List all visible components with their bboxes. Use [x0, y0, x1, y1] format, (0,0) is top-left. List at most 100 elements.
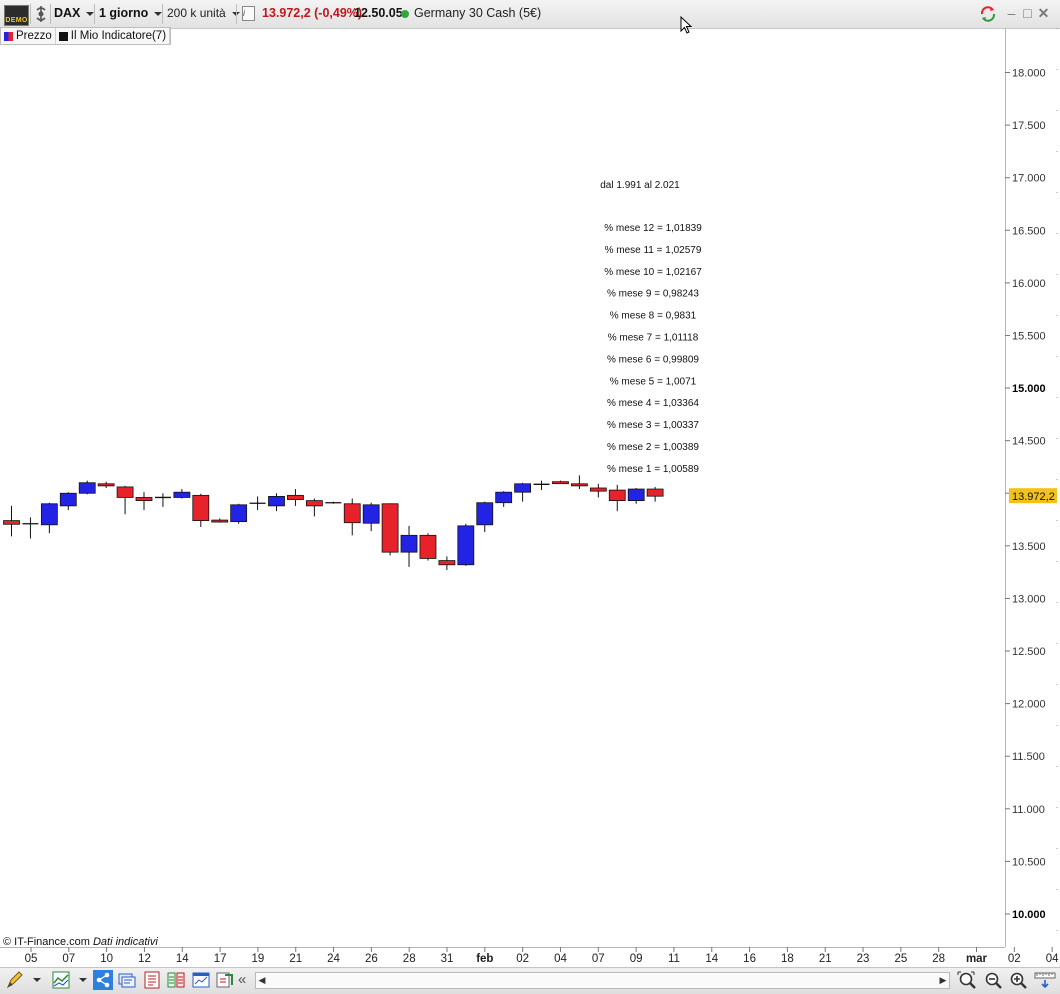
indicator-line: % mese 2 = 1,00389: [607, 442, 699, 453]
separator: [162, 4, 163, 24]
indicator-line: % mese 4 = 1,03364: [607, 398, 699, 409]
close-glyph: ✕: [1037, 5, 1050, 21]
timeframe-label: 1 giorno: [99, 6, 149, 20]
comment-icon[interactable]: [118, 971, 136, 989]
chart-window-icon[interactable]: [192, 971, 210, 989]
scale-options-icon[interactable]: [1034, 971, 1056, 989]
candle-body: [457, 525, 475, 566]
x-tick-label: 25: [894, 953, 907, 965]
y-tick-label: 15.500: [1012, 330, 1046, 342]
candle: [211, 518, 229, 523]
maximize-button[interactable]: □: [1021, 6, 1034, 20]
candle-body: [40, 503, 58, 526]
y-tick-label: 18.000: [1012, 68, 1046, 80]
candle: [514, 482, 532, 502]
candle-body: [230, 504, 248, 523]
indicator-line: % mese 1 = 1,00589: [607, 464, 699, 475]
x-tick-label: 16: [743, 953, 756, 965]
share-icon[interactable]: [93, 970, 113, 990]
indicator-line: % mese 7 = 1,01118: [608, 333, 699, 344]
chevron-down-icon[interactable]: [32, 971, 42, 989]
indicator-line: % mese 8 = 0,9831: [610, 311, 697, 322]
minimize-button[interactable]: –: [1005, 6, 1018, 20]
x-tick-label: 02: [516, 953, 529, 965]
candle-body: [571, 483, 588, 487]
info-icon[interactable]: i: [242, 6, 255, 21]
candle-body: [476, 502, 494, 526]
units-dropdown[interactable]: 200 k unità: [167, 3, 240, 24]
candle: [608, 484, 626, 512]
x-tick-label: 28: [403, 953, 416, 965]
candle: [343, 498, 361, 536]
candle: [154, 493, 171, 507]
candle-body: [438, 560, 456, 566]
scroll-right-icon[interactable]: ▶: [937, 973, 949, 988]
zoom-out-icon[interactable]: [984, 971, 1002, 989]
last-price: 13.972,2 (-0,49%): [262, 6, 363, 20]
candle-body: [211, 519, 229, 523]
instrument-name: Germany 30 Cash (5€): [414, 6, 542, 20]
data-source: © IT-Finance.com Dati indicativi: [3, 936, 158, 948]
draw-pencil-icon[interactable]: [6, 971, 24, 989]
candle: [400, 525, 418, 567]
minimize-glyph: –: [1007, 5, 1016, 21]
demo-label: DEMO: [5, 17, 28, 24]
timeframe-dropdown[interactable]: 1 giorno: [99, 3, 163, 24]
indicator-line: % mese 5 = 1,0071: [610, 376, 697, 387]
instrument-dropdown[interactable]: DAX: [54, 3, 95, 24]
candle-body: [135, 497, 153, 502]
indicator-line: % mese 3 = 1,00337: [607, 420, 699, 431]
candle-body: [419, 534, 437, 559]
x-tick-label: 10: [100, 953, 113, 965]
bottom-toolbar: « ◀ ▶: [0, 967, 1060, 994]
x-tick-label: 18: [781, 953, 794, 965]
x-tick-label: 28: [932, 953, 945, 965]
candle-body: [287, 494, 304, 500]
x-axis: 05 07 10 12 14 17 19 21 24 26 28 31 feb 02 04 07 09 11 14 1…: [0, 947, 1059, 965]
y-tick-label: 11.000: [1012, 804, 1045, 816]
zoom-in-icon[interactable]: [1009, 971, 1027, 989]
x-tick-label: 02: [1008, 953, 1021, 965]
candle: [495, 491, 513, 507]
candle: [97, 481, 115, 488]
candle: [646, 486, 664, 502]
candle: [249, 496, 266, 511]
y-tick-label: 15.000: [1012, 383, 1046, 395]
candle: [325, 501, 342, 504]
indicator-chart-icon[interactable]: [52, 971, 70, 989]
chevron-down-icon[interactable]: [78, 971, 88, 989]
info-glyph: i: [243, 8, 245, 18]
price-quote: 13.972,2 (-0,49%): [262, 3, 362, 24]
chart-scrollbar[interactable]: ◀ ▶: [255, 972, 950, 989]
candle-body: [192, 494, 210, 521]
candle: [3, 505, 20, 537]
link-icon[interactable]: [34, 4, 48, 24]
indicator-overlay: dal 1.991 al 2.021 % mese 12 = 1,01839 % m…: [600, 180, 702, 475]
y-tick-label: 11.500: [1012, 751, 1045, 763]
candle-body: [97, 483, 115, 487]
order-book-icon[interactable]: [167, 971, 185, 989]
zoom-fit-icon[interactable]: [957, 971, 977, 989]
units-label: 200 k unità: [167, 6, 226, 20]
price-chart[interactable]: dal 1.991 al 2.021 % mese 12 = 1,01839 % m…: [0, 28, 1060, 967]
report-icon[interactable]: [143, 971, 161, 989]
indicator-line: % mese 9 = 0,98243: [607, 289, 699, 300]
x-tick-label: 23: [857, 953, 870, 965]
candle: [78, 480, 96, 495]
demo-icon[interactable]: DEMO: [4, 5, 29, 26]
candle: [173, 489, 191, 499]
candle: [381, 503, 399, 556]
indicator-line: % mese 11 = 1,02579: [605, 245, 702, 256]
candle: [552, 480, 569, 485]
scroll-left-icon[interactable]: ◀: [256, 973, 268, 988]
trading-icon[interactable]: [216, 971, 234, 989]
collapse-left-icon[interactable]: «: [238, 971, 256, 989]
candle: [116, 485, 134, 515]
close-button[interactable]: ✕: [1037, 6, 1050, 20]
indicator-line: % mese 10 = 1,02167: [604, 267, 702, 278]
x-tick-label: 11: [668, 953, 680, 965]
current-price-label: 13.972,2: [1012, 491, 1055, 503]
y-axis: 10.000 10.500 11.000 11.500 12.000 12.500 13.0…: [1005, 28, 1058, 947]
sync-icon[interactable]: [979, 5, 997, 23]
y-tick-label: 14.500: [1012, 436, 1046, 448]
